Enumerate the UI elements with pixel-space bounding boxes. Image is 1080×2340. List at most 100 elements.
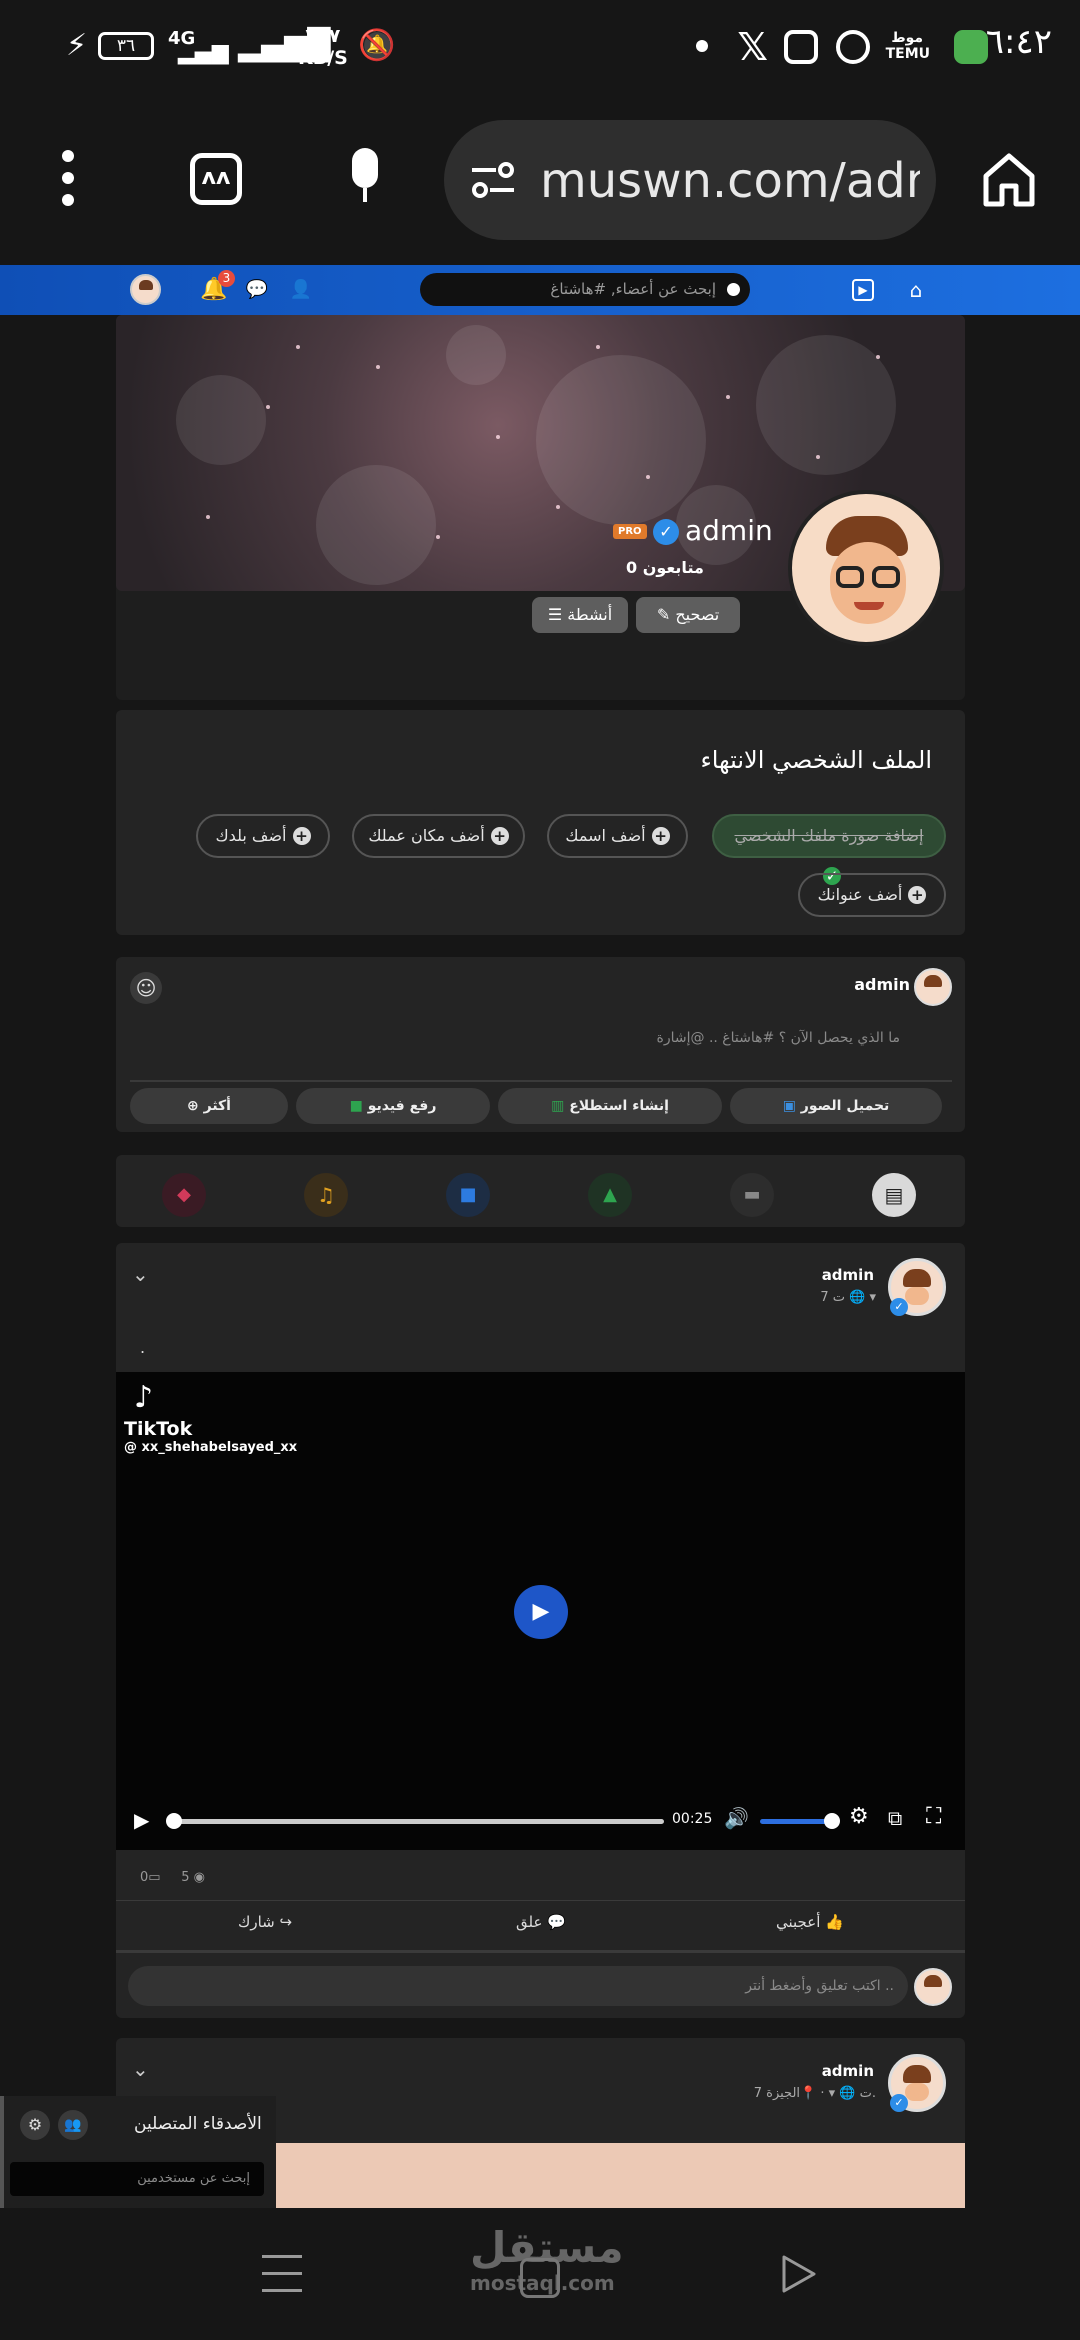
image-icon: ▣ bbox=[782, 1098, 796, 1114]
video-camera-icon: ■ bbox=[349, 1098, 363, 1114]
pencil-icon: ✎ bbox=[656, 605, 671, 624]
activities-button[interactable]: ☰ أنشطة bbox=[532, 597, 628, 633]
completion-add-address[interactable]: أضف عنوانك + bbox=[798, 873, 946, 917]
site-settings-icon[interactable] bbox=[468, 160, 518, 200]
video-icon[interactable]: ▶ bbox=[852, 279, 874, 301]
plus-icon: + bbox=[292, 827, 311, 845]
filter-photos-icon[interactable]: ▲ bbox=[588, 1173, 632, 1217]
recent-apps-icon[interactable] bbox=[262, 2255, 302, 2293]
home-button[interactable] bbox=[520, 2258, 560, 2298]
comment-button[interactable]: علق 💬 bbox=[516, 1913, 566, 1931]
filter-text-icon[interactable]: ▬ bbox=[730, 1173, 774, 1217]
completion-add-photo[interactable]: إضافة صورة ملفك الشخصي✓ bbox=[712, 814, 946, 885]
status-bar: ٦:٤٢ ﻣﻮﻃ TEMU 𝕏 🔕 ٣٢٧ KB/S ▂▄▆█ 4G ▂▄▆ ٣٦… bbox=[0, 0, 1080, 95]
completion-add-name[interactable]: أضف اسمك + bbox=[547, 814, 688, 858]
post-stats: 0▭ 5 ◉ bbox=[140, 1870, 206, 1885]
site-search-input[interactable]: إبحث عن أعضاء, #هاشتاغ bbox=[420, 273, 750, 306]
completion-add-workplace[interactable]: أضف مكان عملك + bbox=[352, 814, 525, 858]
composer-input[interactable]: ما الذي يحصل الآن ؟ #هاشتاغ .. @إشارة bbox=[657, 1030, 900, 1046]
stats-divider bbox=[116, 1900, 965, 1901]
messages-icon[interactable]: 💬 bbox=[244, 277, 270, 303]
friends-search-input[interactable]: إبحث عن مستخدمين bbox=[10, 2162, 264, 2196]
status-time: ٦:٤٢ bbox=[985, 22, 1052, 62]
home-icon[interactable] bbox=[982, 152, 1036, 208]
privacy-dropdown-icon[interactable]: ▾ bbox=[869, 1290, 876, 1305]
youtube-music-icon bbox=[836, 30, 870, 64]
post2-media[interactable] bbox=[276, 2143, 965, 2208]
temu-icon: ﻣﻮﻃ TEMU bbox=[885, 30, 930, 62]
play-button[interactable]: ▶ bbox=[514, 1585, 568, 1639]
post-author-name[interactable]: admin bbox=[822, 1266, 874, 1284]
add-friend-icon[interactable]: 👤 bbox=[288, 277, 314, 303]
share-button[interactable]: شارك ↪ bbox=[238, 1913, 292, 1931]
browser-menu-icon[interactable] bbox=[62, 150, 76, 210]
microphone-icon[interactable] bbox=[340, 148, 390, 212]
plus-circle-icon: ⊕ bbox=[187, 1098, 199, 1114]
friends-settings-icon[interactable]: ⚙ bbox=[20, 2110, 50, 2140]
video-progress-track[interactable] bbox=[166, 1813, 664, 1829]
fullscreen-icon[interactable]: ⛶ bbox=[926, 1804, 941, 1829]
more-button[interactable]: ⊕ أكثر bbox=[130, 1088, 288, 1124]
friends-group-icon[interactable]: 👥 bbox=[58, 2110, 88, 2140]
plus-icon: + bbox=[651, 827, 670, 845]
tiktok-logo-icon: ♪ bbox=[134, 1380, 154, 1415]
signal-bars-icon-2: ▂▄▆ bbox=[178, 40, 229, 65]
filter-files-icon[interactable]: ◆ bbox=[162, 1173, 206, 1217]
comment-input[interactable]: اكتب تعليق وأضغط أنتر .. bbox=[128, 1966, 908, 2006]
notification-dot-icon bbox=[696, 40, 708, 52]
charging-icon: ⚡ bbox=[66, 28, 88, 63]
tabs-icon[interactable]: ʌʌ bbox=[190, 153, 242, 205]
header-avatar[interactable] bbox=[130, 274, 161, 305]
thumbs-up-icon: 👍 bbox=[825, 1913, 844, 1931]
privacy-dropdown-icon[interactable]: ▾ bbox=[829, 2086, 836, 2101]
post-meta: 7 ت 🌐 ▾ bbox=[820, 1290, 876, 1305]
volume-icon[interactable]: 🔊 bbox=[724, 1806, 749, 1830]
filter-all-posts-icon[interactable]: ▤ bbox=[872, 1173, 916, 1217]
comment-count-icon: ▭ bbox=[148, 1870, 161, 1885]
back-icon[interactable] bbox=[778, 2253, 818, 2295]
messages-app-icon bbox=[954, 30, 988, 64]
share-icon: ↪ bbox=[279, 1913, 293, 1931]
url-bar[interactable]: muswn.com/adm bbox=[444, 120, 936, 240]
upload-photos-button[interactable]: ▣ تحميل الصور bbox=[730, 1088, 942, 1124]
notification-badge: 3 bbox=[218, 270, 235, 287]
instagram-icon bbox=[784, 30, 818, 64]
verified-icon: ✓ bbox=[653, 519, 679, 545]
like-button[interactable]: أعجبني 👍 bbox=[776, 1913, 844, 1931]
plus-icon: + bbox=[908, 886, 927, 904]
emoji-icon[interactable]: ☺ bbox=[130, 972, 162, 1004]
completion-add-country[interactable]: أضف بلدك + bbox=[196, 814, 330, 858]
post2-options-chevron-icon[interactable]: ⌄ bbox=[132, 2057, 149, 2081]
list-icon: ☰ bbox=[547, 605, 563, 624]
volume-slider[interactable] bbox=[760, 1813, 840, 1829]
signal-bars-icon: ▂▄▆█ bbox=[238, 28, 331, 63]
plus-icon: + bbox=[490, 827, 509, 845]
profile-avatar[interactable] bbox=[788, 490, 944, 646]
popout-icon[interactable]: ⧉ bbox=[888, 1806, 902, 1830]
video-player[interactable]: ♪ TikTok @ xx_shehabelsayed_xx ▶ ▶ 00:25… bbox=[116, 1372, 965, 1850]
x-icon: 𝕏 bbox=[737, 25, 768, 69]
filter-music-icon[interactable]: ♫ bbox=[304, 1173, 348, 1217]
followers-count[interactable]: 0 متابعون bbox=[626, 558, 704, 577]
site-header: 🔔 3 💬 👤 إبحث عن أعضاء, #هاشتاغ ▶ ⌂ bbox=[0, 265, 1080, 315]
composer-avatar bbox=[914, 968, 952, 1006]
mute-icon: 🔕 bbox=[358, 28, 396, 63]
upload-video-button[interactable]: ■ رفع فيديو bbox=[296, 1088, 490, 1124]
post2-author-name[interactable]: admin bbox=[822, 2062, 874, 2080]
site-home-icon[interactable]: ⌂ bbox=[903, 277, 929, 303]
completion-title: الملف الشخصي الانتهاء bbox=[700, 746, 932, 774]
filter-videos-icon[interactable]: ■ bbox=[446, 1173, 490, 1217]
pro-badge: PRO bbox=[613, 524, 647, 539]
post-options-chevron-icon[interactable]: ⌄ bbox=[132, 1262, 149, 1286]
create-poll-button[interactable]: ▥ إنشاء استطلاع bbox=[498, 1088, 722, 1124]
video-progress-thumb[interactable] bbox=[166, 1813, 182, 1829]
friends-panel-title: الأصدقاء المتصلين bbox=[134, 2114, 262, 2134]
post-body-text: . bbox=[140, 1338, 146, 1357]
tiktok-username: @ xx_shehabelsayed_xx bbox=[124, 1440, 298, 1455]
edit-profile-button[interactable]: ✎ تصحيح bbox=[636, 597, 740, 633]
settings-icon[interactable]: ⚙ bbox=[849, 1804, 869, 1829]
actions-divider bbox=[116, 1950, 965, 1953]
video-play-icon[interactable]: ▶ bbox=[134, 1808, 149, 1832]
video-time: 00:25 bbox=[672, 1811, 713, 1827]
post2-verified-icon: ✓ bbox=[890, 2094, 908, 2112]
